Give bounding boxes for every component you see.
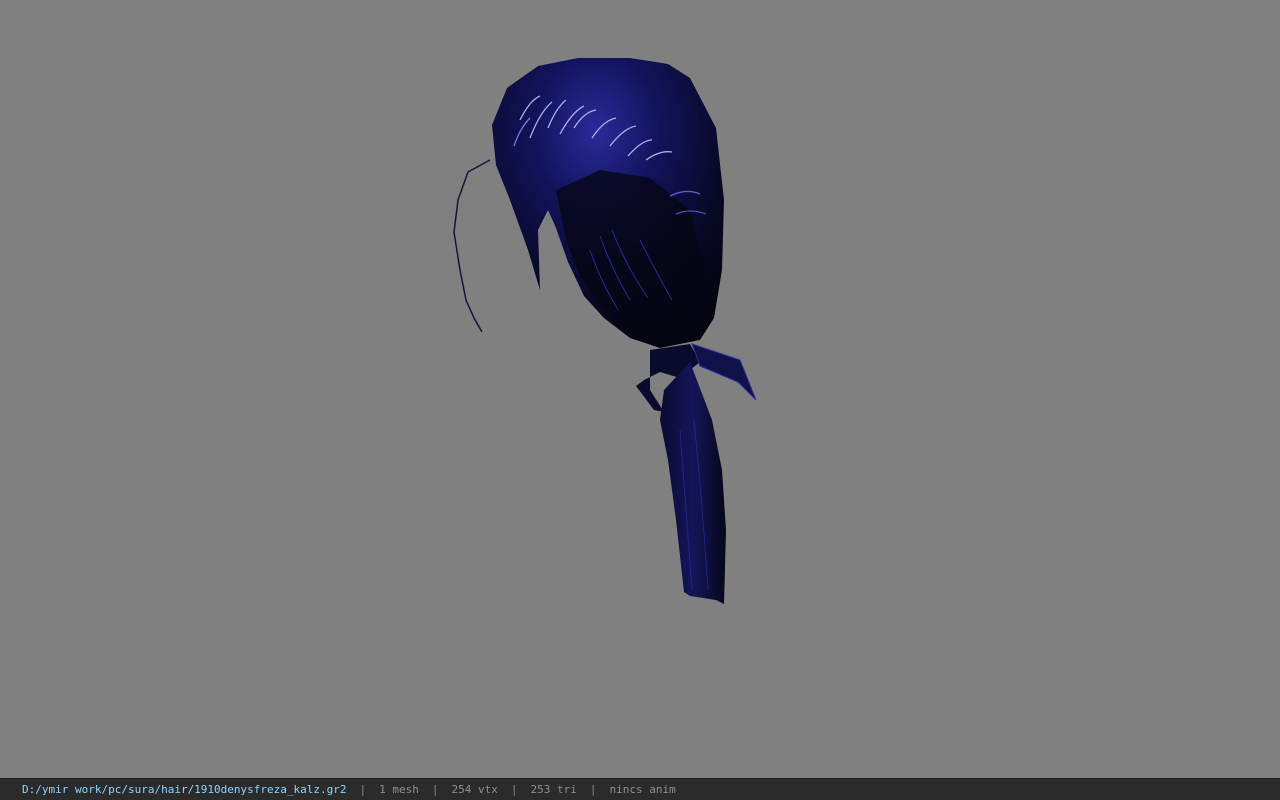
status-triangle-count: 253 tri <box>530 783 577 796</box>
status-separator: | <box>359 783 367 796</box>
3d-viewport[interactable] <box>0 0 1280 778</box>
hair-model-render <box>453 58 757 604</box>
status-file-path: D:/ymir work/pc/sura/hair/1910denysfreza… <box>22 783 347 796</box>
status-separator: | <box>510 783 518 796</box>
hair-tail <box>660 362 726 604</box>
status-bar: D:/ymir work/pc/sura/hair/1910denysfreza… <box>0 778 1280 800</box>
status-separator: | <box>589 783 597 796</box>
status-anim: nincs anim <box>609 783 676 796</box>
status-separator: | <box>431 783 439 796</box>
hair-strand-left <box>453 159 491 333</box>
hair-ribbon <box>691 343 757 401</box>
status-mesh-count: 1 mesh <box>379 783 419 796</box>
status-vertex-count: 254 vtx <box>451 783 498 796</box>
